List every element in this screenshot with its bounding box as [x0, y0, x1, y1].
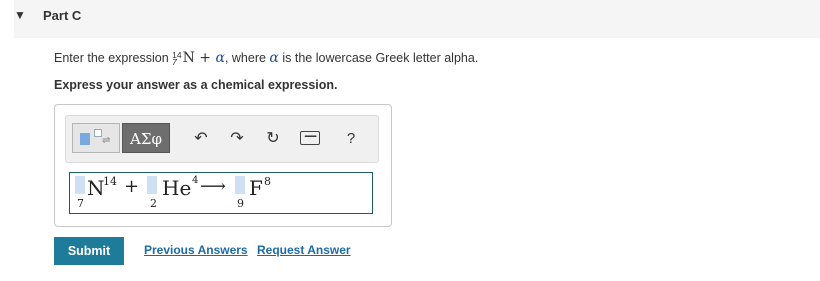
answer-instruction: Express your answer as a chemical expres… [54, 78, 338, 92]
nuclide-numbers: 14 7 [172, 49, 182, 67]
answer-input[interactable]: 7 N 14 + 2 He 4 ⟶ 9 F 8 [69, 172, 373, 214]
term2-mass: 4 [192, 175, 199, 186]
reaction-arrow: ⟶ [200, 176, 226, 197]
templates-icon[interactable]: ⇌ [72, 123, 120, 153]
collapse-caret-icon[interactable]: ▼ [14, 8, 26, 22]
math-toolbar: ⇌ ΑΣφ ↶ ↷ ↻ ▪▪▪▪▪▪▪▪▪▪ ? [65, 115, 379, 163]
placeholder-box[interactable] [235, 176, 245, 194]
term1-mass: 14 [103, 175, 117, 188]
submit-button[interactable]: Submit [54, 237, 124, 265]
plus-operator: + [124, 176, 140, 197]
term3-mass: 8 [264, 175, 271, 188]
term1-symbol: N [87, 176, 105, 200]
term2-symbol: He [162, 176, 192, 200]
request-answer-link[interactable]: Request Answer [257, 243, 351, 257]
answer-box: ⇌ ΑΣφ ↶ ↷ ↻ ▪▪▪▪▪▪▪▪▪▪ ? 7 N 14 + 2 He 4… [54, 104, 392, 227]
term2-atomic: 2 [150, 197, 157, 210]
part-title: Part C [43, 8, 82, 23]
term1-atomic: 7 [77, 197, 84, 210]
question-prompt: Enter the expression 14 7 N + α, where α i… [54, 49, 479, 67]
term3-symbol: F [249, 176, 263, 200]
help-button[interactable]: ? [340, 128, 362, 150]
term3-atomic: 9 [237, 197, 244, 210]
greek-letters-button[interactable]: ΑΣφ [122, 123, 170, 153]
redo-icon[interactable]: ↷ [226, 128, 248, 150]
previous-answers-link[interactable]: Previous Answers [144, 243, 248, 257]
keyboard-icon[interactable]: ▪▪▪▪▪▪▪▪▪▪ [300, 131, 320, 145]
reset-icon[interactable]: ↻ [262, 128, 284, 150]
placeholder-box[interactable] [147, 176, 157, 194]
undo-icon[interactable]: ↶ [190, 128, 212, 150]
placeholder-box[interactable] [75, 176, 85, 194]
part-header[interactable] [14, 0, 820, 38]
